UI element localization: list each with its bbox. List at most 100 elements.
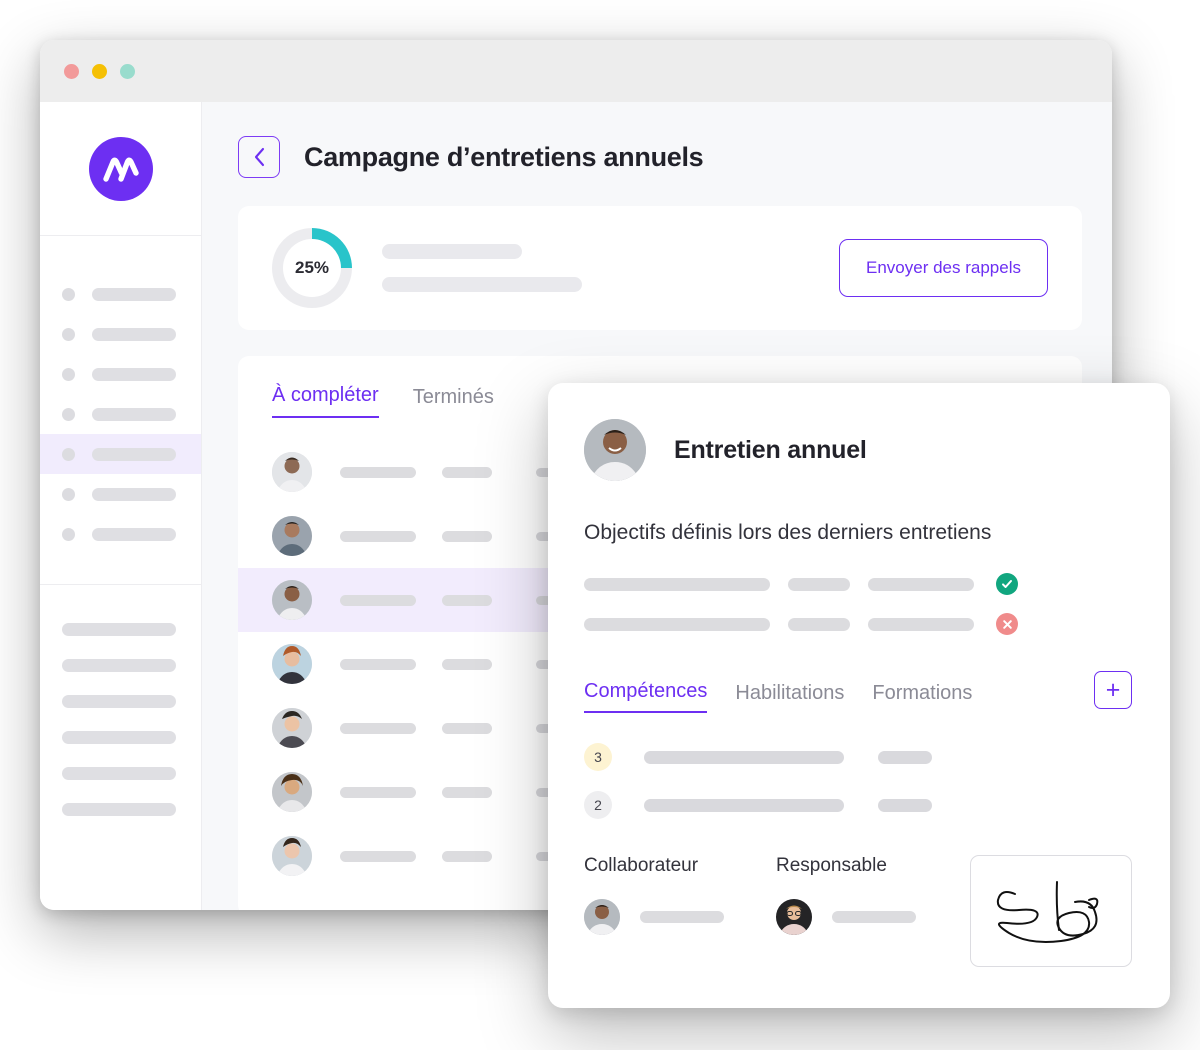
signature-box[interactable] <box>970 855 1132 967</box>
skill-row: 3 <box>584 743 1132 771</box>
sidebar-item-2[interactable] <box>40 314 201 354</box>
window-titlebar <box>40 40 1112 102</box>
manager-person <box>776 899 916 935</box>
sidebar-item-7[interactable] <box>40 514 201 554</box>
progress-percent-label: 25% <box>283 239 341 297</box>
avatar <box>272 772 312 812</box>
row-role-placeholder <box>442 722 492 734</box>
bullet-icon <box>62 487 75 501</box>
sidebar-secondary-item-4[interactable] <box>40 719 201 755</box>
objective-meta-placeholder <box>788 617 850 631</box>
objective-text-placeholder <box>584 577 770 591</box>
modal-tabs: Compétences Habilitations Formations + <box>584 671 1132 713</box>
objective-row <box>584 613 1132 635</box>
sidebar-secondary-label <box>62 622 176 636</box>
row-name-placeholder <box>340 786 416 798</box>
sidebar-secondary-item-2[interactable] <box>40 647 201 683</box>
objective-extra-placeholder <box>868 577 974 591</box>
row-role-placeholder <box>442 530 492 542</box>
signature-section: Collaborateur Responsable <box>584 855 1132 967</box>
sidebar-nav-secondary <box>40 585 201 827</box>
modal-subtitle: Objectifs définis lors des derniers entr… <box>584 521 992 544</box>
avatar <box>584 899 620 935</box>
row-name-placeholder <box>340 850 416 862</box>
campaign-meta-skeleton <box>382 244 839 292</box>
tab-habilitations[interactable]: Habilitations <box>735 682 844 713</box>
sidebar-item-label <box>92 447 176 461</box>
sidebar-item-6[interactable] <box>40 474 201 514</box>
x-circle-icon <box>996 613 1018 635</box>
tab-termines[interactable]: Terminés <box>413 386 494 418</box>
skill-name-placeholder <box>644 798 844 812</box>
check-circle-icon <box>996 573 1018 595</box>
sidebar-item-4[interactable] <box>40 394 201 434</box>
tab-formations[interactable]: Formations <box>872 682 972 713</box>
sidebar-item-label <box>92 327 176 341</box>
manager-name-placeholder <box>832 911 916 923</box>
row-name-placeholder <box>340 594 416 606</box>
sidebar-secondary-label <box>62 730 176 744</box>
campaign-name-placeholder <box>382 244 522 259</box>
sidebar-secondary-item-1[interactable] <box>40 611 201 647</box>
sidebar-secondary-label <box>62 694 176 708</box>
avatar <box>776 899 812 935</box>
row-role-placeholder <box>442 466 492 478</box>
avatar <box>272 516 312 556</box>
score-badge: 3 <box>584 743 612 771</box>
objective-row <box>584 573 1132 595</box>
avatar <box>272 836 312 876</box>
avatar <box>272 644 312 684</box>
sidebar-secondary-label <box>62 766 176 780</box>
avatar <box>584 419 646 481</box>
add-button[interactable]: + <box>1094 671 1132 709</box>
sidebar-secondary-item-6[interactable] <box>40 791 201 827</box>
window-close-button[interactable] <box>64 63 79 79</box>
progress-ring: 25% <box>272 228 352 308</box>
tab-a-completer[interactable]: À compléter <box>272 384 379 418</box>
window-zoom-button[interactable] <box>120 63 135 79</box>
collaborator-person <box>584 899 724 935</box>
objective-meta-placeholder <box>788 577 850 591</box>
row-name-placeholder <box>340 658 416 670</box>
moka-logo[interactable] <box>88 136 153 201</box>
avatar <box>272 452 312 492</box>
sidebar-item-label <box>92 487 176 501</box>
page-header: Campagne d’entretiens annuels <box>238 136 1082 178</box>
row-name-placeholder <box>340 722 416 734</box>
sidebar-item-label <box>92 527 176 541</box>
tab-competences[interactable]: Compétences <box>584 680 708 713</box>
skill-meta-placeholder <box>878 750 932 764</box>
sidebar-logo-zone <box>40 102 201 236</box>
sidebar <box>40 102 202 910</box>
sidebar-item-label <box>92 407 176 421</box>
bullet-icon <box>62 287 75 301</box>
page-title: Campagne d’entretiens annuels <box>304 141 704 172</box>
score-badge: 2 <box>584 791 612 819</box>
send-reminders-button[interactable]: Envoyer des rappels <box>839 239 1048 297</box>
sidebar-item-3[interactable] <box>40 354 201 394</box>
sidebar-item-1[interactable] <box>40 274 201 314</box>
row-role-placeholder <box>442 594 492 606</box>
bullet-icon <box>62 447 75 461</box>
bullet-icon <box>62 527 75 541</box>
handwritten-signature <box>996 881 1099 943</box>
manager-block: Responsable <box>776 855 916 935</box>
sidebar-item-5-selected[interactable] <box>40 434 201 474</box>
row-name-placeholder <box>340 466 416 478</box>
sidebar-secondary-item-5[interactable] <box>40 755 201 791</box>
campaign-dates-placeholder <box>382 277 582 292</box>
chevron-left-icon <box>254 147 264 167</box>
sidebar-item-label <box>92 287 176 301</box>
sidebar-item-label <box>92 367 176 381</box>
row-role-placeholder <box>442 786 492 798</box>
modal-title: Entretien annuel <box>674 435 867 464</box>
avatar <box>272 708 312 748</box>
sidebar-secondary-label <box>62 802 176 816</box>
bullet-icon <box>62 327 75 341</box>
window-minimize-button[interactable] <box>92 63 107 79</box>
row-role-placeholder <box>442 850 492 862</box>
skill-row: 2 <box>584 791 1132 819</box>
sidebar-secondary-item-3[interactable] <box>40 683 201 719</box>
bullet-icon <box>62 407 75 421</box>
back-button[interactable] <box>238 136 280 178</box>
